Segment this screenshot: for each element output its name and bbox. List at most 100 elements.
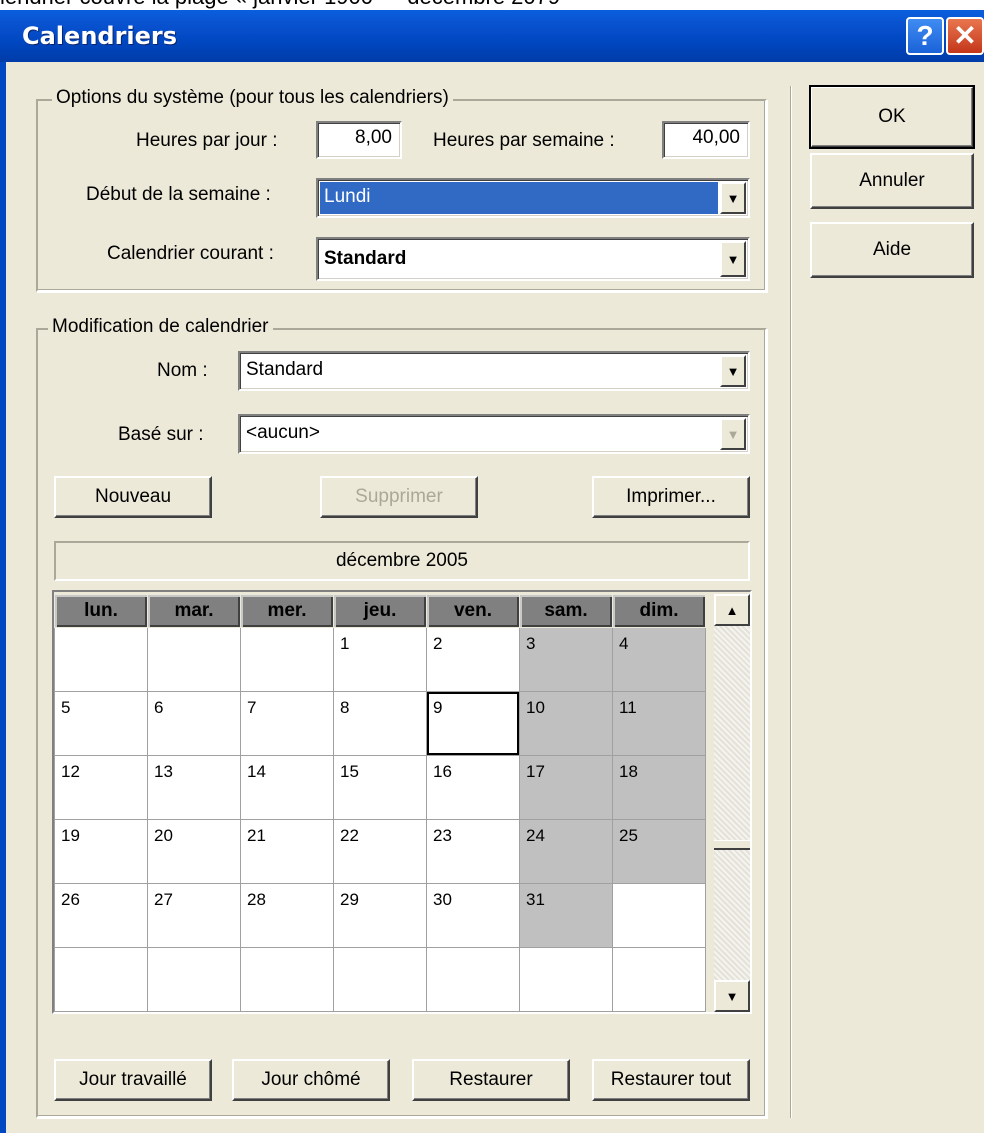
ok-button[interactable]: OK — [809, 85, 975, 149]
delete-button[interactable]: Supprimer — [320, 476, 478, 518]
window-title: Calendriers — [22, 22, 178, 50]
system-options-legend: Options du système (pour tous les calend… — [52, 87, 453, 109]
calendar-day-cell[interactable]: 5 — [54, 691, 148, 756]
calendar-day-cell[interactable] — [240, 627, 334, 692]
name-label: Nom : — [157, 360, 208, 381]
cancel-button[interactable]: Annuler — [810, 153, 974, 209]
calendar-day-cell[interactable]: 13 — [147, 755, 241, 820]
calendar-day-cell[interactable]: 15 — [333, 755, 427, 820]
calendar-day-number: 10 — [526, 698, 545, 717]
calendar-day-cell[interactable]: 6 — [147, 691, 241, 756]
calendar-day-cell[interactable]: 26 — [54, 883, 148, 948]
calendar-day-cell[interactable] — [426, 947, 520, 1012]
calendar-day-cell[interactable]: 21 — [240, 819, 334, 884]
current-calendar-label: Calendrier courant : — [107, 243, 274, 264]
calendar-week-row: 26 27 28 29 30 31 — [54, 883, 706, 948]
restore-button[interactable]: Restaurer — [412, 1059, 570, 1101]
calendar-day-cell[interactable] — [147, 627, 241, 692]
scroll-up-icon[interactable]: ▲ — [714, 594, 750, 626]
chevron-down-icon[interactable]: ▼ — [720, 241, 746, 277]
calendar-day-cell[interactable] — [54, 947, 148, 1012]
based-on-value: <aucun> — [246, 422, 320, 443]
weekday-header: sam. — [519, 594, 613, 628]
calendar-day-cell[interactable]: 16 — [426, 755, 520, 820]
vertical-separator — [790, 86, 792, 1118]
calendar-day-cell[interactable]: 20 — [147, 819, 241, 884]
calendar-day-cell[interactable]: 1 — [333, 627, 427, 692]
calendar-day-cell[interactable]: 14 — [240, 755, 334, 820]
calendar-day-cell[interactable]: 9 — [426, 691, 520, 756]
calendar-week-row: 12 13 14 15 16 17 18 — [54, 755, 706, 820]
calendar-day-cell[interactable]: 2 — [426, 627, 520, 692]
calendar-day-cell[interactable]: 25 — [612, 819, 706, 884]
restore-all-button[interactable]: Restaurer tout — [592, 1059, 750, 1101]
chevron-down-icon[interactable]: ▼ — [720, 355, 746, 387]
chevron-down-icon[interactable]: ▼ — [720, 182, 746, 214]
scroll-down-icon[interactable]: ▼ — [714, 980, 750, 1012]
calendar-scrollbar[interactable]: ▲ ▼ — [714, 594, 750, 1012]
calendar-day-number: 7 — [247, 698, 257, 717]
calendar-day-cell[interactable]: 22 — [333, 819, 427, 884]
help-icon[interactable]: ? — [906, 17, 944, 55]
weekday-header: lun. — [54, 594, 148, 628]
calendar-day-number: 20 — [154, 826, 173, 845]
calendar-day-cell[interactable]: 24 — [519, 819, 613, 884]
calendar-day-number: 18 — [619, 762, 638, 781]
background-text-strip: lendrier couvre la plage « janvier 1900 … — [0, 0, 984, 10]
weekday-header: dim. — [612, 594, 706, 628]
close-icon[interactable]: ✕ — [946, 17, 984, 55]
title-bar[interactable]: Calendriers ? ✕ — [0, 10, 984, 62]
calendar-day-cell[interactable]: 17 — [519, 755, 613, 820]
chevron-down-icon[interactable]: ▼ — [720, 418, 746, 450]
working-day-button[interactable]: Jour travaillé — [54, 1059, 212, 1101]
calendar-day-cell[interactable]: 11 — [612, 691, 706, 756]
calendar-day-cell[interactable]: 10 — [519, 691, 613, 756]
calendar-day-number: 1 — [340, 634, 350, 653]
scrollbar-thumb[interactable] — [714, 840, 750, 850]
calendar-day-cell[interactable]: 4 — [612, 627, 706, 692]
help-button[interactable]: Aide — [810, 222, 974, 278]
week-start-select[interactable]: Lundi ▼ — [316, 178, 750, 218]
print-button[interactable]: Imprimer... — [592, 476, 750, 518]
calendar-day-cell[interactable] — [519, 947, 613, 1012]
current-calendar-select[interactable]: Standard ▼ — [316, 237, 750, 281]
calendar-grid[interactable]: lun. mar. mer. jeu. ven. sam. dim. 1 2 3 4 5 6 7 8 9 10… — [54, 594, 706, 1012]
calendar-day-cell[interactable]: 27 — [147, 883, 241, 948]
based-on-select[interactable]: <aucun> ▼ — [238, 414, 750, 454]
month-header: décembre 2005 — [54, 541, 750, 581]
calendar-day-number: 31 — [526, 890, 545, 909]
calendar-day-cell[interactable] — [240, 947, 334, 1012]
calendar-day-number: 25 — [619, 826, 638, 845]
calendar-day-cell[interactable] — [612, 947, 706, 1012]
calendar-day-cell[interactable]: 19 — [54, 819, 148, 884]
name-select[interactable]: Standard ▼ — [238, 351, 750, 391]
calendar-day-cell[interactable] — [54, 627, 148, 692]
calendar-day-cell[interactable]: 28 — [240, 883, 334, 948]
calendar-day-cell[interactable]: 31 — [519, 883, 613, 948]
calendar-edit-legend: Modification de calendrier — [48, 316, 273, 338]
calendar-day-cell[interactable]: 7 — [240, 691, 334, 756]
nonworking-day-button[interactable]: Jour chômé — [232, 1059, 390, 1101]
calendar-day-cell[interactable]: 18 — [612, 755, 706, 820]
calendar-day-cell[interactable]: 3 — [519, 627, 613, 692]
calendar-day-cell[interactable]: 8 — [333, 691, 427, 756]
hours-per-day-input[interactable]: 8,00 — [316, 121, 402, 159]
calendar-day-number: 15 — [340, 762, 359, 781]
calendar-day-number: 11 — [619, 698, 637, 717]
calendar-week-row — [54, 947, 706, 1012]
selected-highlight — [320, 182, 718, 214]
calendar-day-cell[interactable]: 30 — [426, 883, 520, 948]
calendar-day-cell[interactable]: 12 — [54, 755, 148, 820]
calendar-day-number: 24 — [526, 826, 545, 845]
calendar-day-cell[interactable] — [612, 883, 706, 948]
calendar-day-number: 14 — [247, 762, 266, 781]
calendar-day-cell[interactable] — [147, 947, 241, 1012]
new-button[interactable]: Nouveau — [54, 476, 212, 518]
calendar-day-number: 23 — [433, 826, 452, 845]
weekday-header: mar. — [147, 594, 241, 628]
calendar-week-row: 5 6 7 8 9 10 11 — [54, 691, 706, 756]
calendar-day-cell[interactable]: 29 — [333, 883, 427, 948]
hours-per-week-input[interactable]: 40,00 — [662, 121, 750, 159]
calendar-day-cell[interactable]: 23 — [426, 819, 520, 884]
calendar-day-cell[interactable] — [333, 947, 427, 1012]
